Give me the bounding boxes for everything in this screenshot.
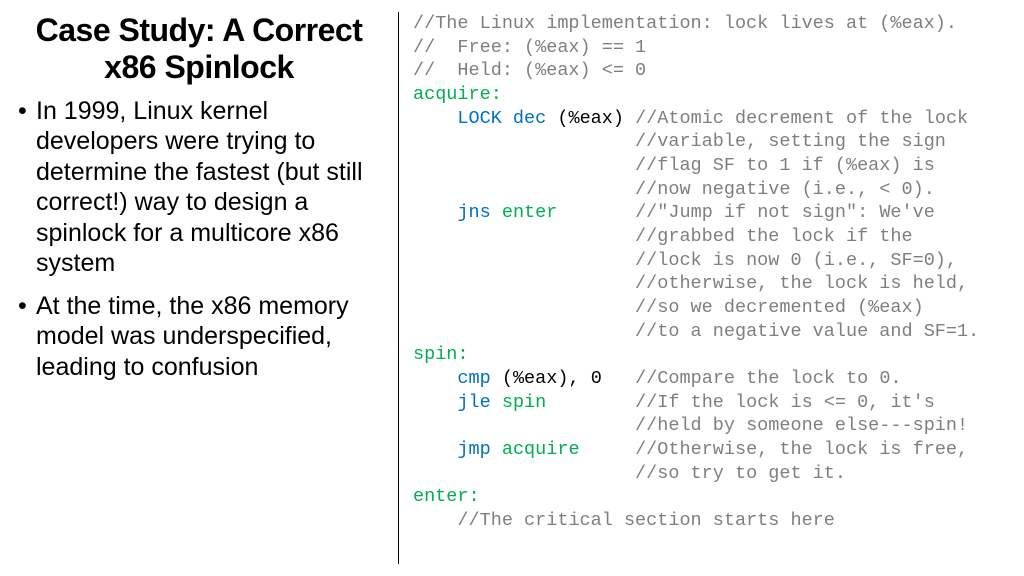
code-operand: (%eax): [502, 368, 569, 389]
bullet-item: At the time, the x86 memory model was un…: [36, 291, 380, 383]
code-target: spin: [502, 392, 546, 413]
code-comment: //The critical section starts here: [457, 510, 834, 531]
code-comment: //"Jump if not sign": We've: [635, 202, 935, 223]
code-comment: //variable, setting the sign: [635, 131, 946, 152]
code-instruction: cmp: [457, 368, 490, 389]
code-target: acquire: [502, 439, 580, 460]
left-column: Case Study: A Correct x86 Spinlock In 19…: [18, 12, 398, 564]
code-comment: //The Linux implementation: lock lives a…: [413, 13, 957, 34]
code-comment: //Otherwise, the lock is free,: [635, 439, 968, 460]
code-comment: // Held: (%eax) <= 0: [413, 60, 646, 81]
code-instruction: jmp: [457, 439, 490, 460]
code-comment: //so try to get it.: [635, 463, 846, 484]
code-instruction: jns: [457, 202, 490, 223]
code-operand: (%eax): [557, 108, 624, 129]
slide-title: Case Study: A Correct x86 Spinlock: [18, 12, 380, 86]
code-comment: //If the lock is <= 0, it's: [635, 392, 935, 413]
code-comment: //Atomic decrement of the lock: [635, 108, 968, 129]
code-comment: //to a negative value and SF=1.: [635, 321, 979, 342]
code-label: spin:: [413, 344, 469, 365]
bullet-list: In 1999, Linux kernel developers were tr…: [18, 96, 380, 383]
code-instruction: jle: [457, 392, 490, 413]
code-target: enter: [502, 202, 558, 223]
code-label: enter:: [413, 486, 480, 507]
code-comma: ,: [568, 368, 579, 389]
code-comment: //lock is now 0 (i.e., SF=0),: [635, 250, 957, 271]
code-comment: //Compare the lock to 0.: [635, 368, 901, 389]
code-comment: //grabbed the lock if the: [635, 226, 913, 247]
code-comment: //held by someone else---spin!: [635, 415, 968, 436]
code-comment: //now negative (i.e., < 0).: [635, 179, 935, 200]
code-label: acquire:: [413, 84, 502, 105]
code-comment: //flag SF to 1 if (%eax) is: [635, 155, 935, 176]
bullet-item: In 1999, Linux kernel developers were tr…: [36, 96, 380, 279]
code-literal: 0: [591, 368, 602, 389]
code-comment: //otherwise, the lock is held,: [635, 273, 968, 294]
code-comment: // Free: (%eax) == 1: [413, 37, 646, 58]
code-comment: //so we decremented (%eax): [635, 297, 924, 318]
code-block: //The Linux implementation: lock lives a…: [399, 12, 1006, 564]
code-instruction: LOCK dec: [457, 108, 546, 129]
